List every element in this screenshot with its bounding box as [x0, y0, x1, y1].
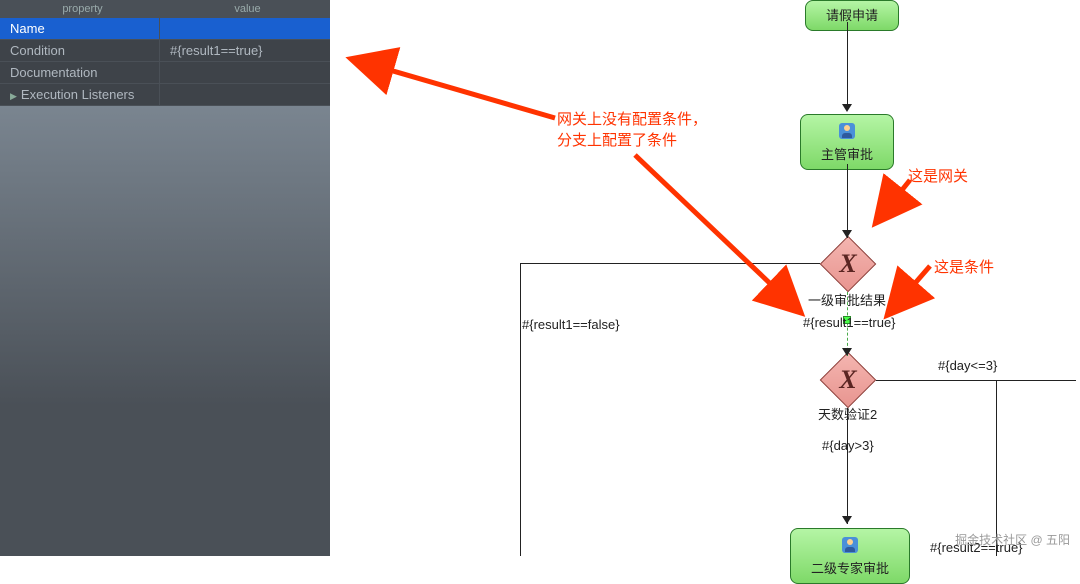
flow-condition-daygt: #{day>3}: [822, 438, 874, 453]
property-value[interactable]: #{result1==true}: [160, 40, 330, 61]
flow-line: [996, 380, 997, 556]
annotation-arrows: [330, 0, 1080, 400]
arrow-head-icon: [842, 516, 852, 524]
property-row-name[interactable]: Name: [0, 18, 330, 40]
property-label: Condition: [0, 40, 160, 61]
task-label: 二级专家审批: [811, 561, 889, 576]
properties-panel: property value Name Condition #{result1=…: [0, 0, 330, 556]
properties-header: property value: [0, 0, 330, 18]
diagram-canvas[interactable]: 请假申请 主管审批 二级专家审批 X 一级审批结果 X 天数验证2 #{resu…: [330, 0, 1080, 556]
property-value[interactable]: [160, 18, 330, 39]
property-label: Documentation: [0, 62, 160, 83]
flow-line: [847, 408, 848, 524]
watermark: 掘金技术社区 @ 五阳: [955, 531, 1070, 548]
property-row-condition[interactable]: Condition #{result1==true}: [0, 40, 330, 62]
property-value[interactable]: [160, 84, 330, 105]
property-label: Name: [0, 18, 160, 39]
header-property: property: [0, 0, 165, 18]
sidebar-fill: [0, 106, 330, 556]
task-expert[interactable]: 二级专家审批: [790, 528, 910, 584]
property-row-execution-listeners[interactable]: Execution Listeners: [0, 84, 330, 106]
property-label: Execution Listeners: [0, 84, 160, 105]
property-value[interactable]: [160, 62, 330, 83]
property-row-documentation[interactable]: Documentation: [0, 62, 330, 84]
user-icon: [842, 537, 858, 553]
header-value: value: [165, 0, 330, 18]
